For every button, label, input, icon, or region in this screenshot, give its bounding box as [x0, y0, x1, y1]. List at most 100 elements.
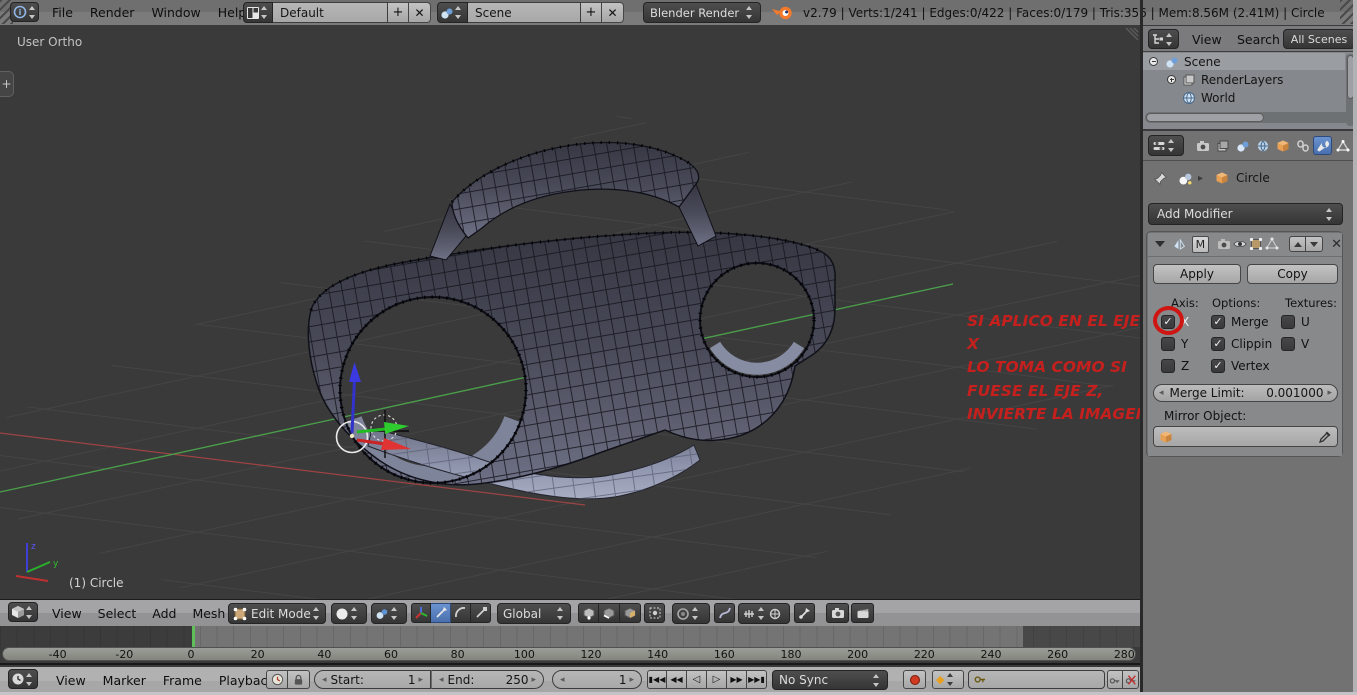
- manipulator-toggle-button[interactable]: [411, 603, 431, 623]
- delete-scene-button[interactable]: ✕: [602, 2, 624, 23]
- render-visibility-icon[interactable]: [1217, 237, 1231, 251]
- outliner-hscrollbar[interactable]: [1145, 112, 1350, 123]
- jump-to-start-button[interactable]: ▮◀◀: [647, 670, 667, 689]
- add-modifier-dropdown[interactable]: Add Modifier: [1148, 203, 1343, 225]
- decrement-arrow[interactable]: ◂: [439, 675, 444, 685]
- increment-arrow[interactable]: ▸: [418, 675, 423, 685]
- tab-object[interactable]: [1273, 136, 1292, 155]
- next-keyframe-button[interactable]: ▶▶: [727, 670, 747, 689]
- delete-keyframe-button[interactable]: [1123, 670, 1139, 689]
- manipulate-origins-button[interactable]: [794, 603, 815, 623]
- scene-name-field[interactable]: Scene: [468, 2, 581, 23]
- limit-visible-button[interactable]: [644, 603, 665, 623]
- outliner-filter-dropdown[interactable]: All Scenes: [1283, 29, 1355, 49]
- tab-object-data[interactable]: [1333, 136, 1352, 155]
- eyedropper-icon[interactable]: [1318, 430, 1332, 444]
- tl-menu-view[interactable]: View: [56, 673, 86, 688]
- copy-button[interactable]: Copy: [1247, 264, 1338, 284]
- cage-edit-icon[interactable]: [1265, 237, 1279, 251]
- texture-v-checkbox[interactable]: ✓V: [1281, 337, 1309, 351]
- editor-type-button-outliner[interactable]: [1148, 29, 1179, 49]
- menu-window[interactable]: Window: [151, 5, 200, 20]
- screen-layout-icon-button[interactable]: [243, 2, 273, 23]
- face-select-button[interactable]: [620, 603, 641, 623]
- add-layout-button[interactable]: +: [388, 2, 409, 23]
- viewport-3d[interactable]: z y User Ortho + SI APLICO EN EL EJE X L…: [0, 26, 1140, 599]
- viewport-visibility-icon[interactable]: [1233, 237, 1247, 251]
- play-reverse-button[interactable]: ◁: [687, 670, 707, 689]
- texture-u-checkbox[interactable]: ✓U: [1281, 315, 1310, 329]
- tab-constraints[interactable]: [1293, 136, 1312, 155]
- keying-set-dropdown[interactable]: ◆: [932, 670, 964, 689]
- current-frame-cursor[interactable]: [192, 626, 195, 647]
- vertex-groups-checkbox[interactable]: ✓Vertex: [1211, 359, 1270, 373]
- collapse-icon[interactable]: [1149, 57, 1158, 66]
- apply-button[interactable]: Apply: [1153, 264, 1241, 284]
- render-anim-opengl-button[interactable]: [851, 603, 874, 623]
- mirror-object-field[interactable]: [1153, 426, 1338, 447]
- axis-z-checkbox[interactable]: ✓Z: [1161, 359, 1189, 373]
- scene-icon-button[interactable]: [437, 2, 468, 23]
- timeline-track[interactable]: [0, 626, 1140, 647]
- editor-type-button-timeline[interactable]: [8, 669, 38, 689]
- vp-menu-add[interactable]: Add: [152, 606, 176, 621]
- editor-type-button-properties[interactable]: [1148, 135, 1184, 156]
- active-keying-set-field[interactable]: [968, 670, 1105, 689]
- move-modifier-up-button[interactable]: [1289, 236, 1306, 252]
- tab-render-layers[interactable]: [1213, 136, 1232, 155]
- tab-render[interactable]: [1193, 136, 1212, 155]
- lock-button[interactable]: [288, 670, 310, 689]
- rotate-manipulator-button[interactable]: [451, 603, 471, 623]
- snap-curve-button[interactable]: [714, 603, 735, 623]
- jump-to-end-button[interactable]: ▶▶▮: [747, 670, 767, 689]
- delete-layout-button[interactable]: ✕: [409, 2, 431, 23]
- time-indicator-button[interactable]: [266, 670, 288, 689]
- frame-start-field[interactable]: ◂ Start: 1 ▸: [314, 670, 431, 689]
- header-corner-hatch-right[interactable]: [1340, 0, 1353, 24]
- clipping-checkbox[interactable]: ✓Clippin: [1211, 337, 1272, 351]
- menu-render[interactable]: Render: [90, 5, 135, 20]
- play-button[interactable]: ▷: [707, 670, 727, 689]
- editor-type-button-3dview[interactable]: [8, 602, 38, 622]
- screen-layout-name-field[interactable]: Default: [273, 2, 388, 23]
- edit-mode-visibility-icon[interactable]: [1249, 237, 1263, 251]
- modifier-name-field[interactable]: M: [1192, 236, 1209, 253]
- tl-menu-marker[interactable]: Marker: [103, 673, 146, 688]
- vp-menu-view[interactable]: View: [52, 606, 82, 621]
- vertex-select-button[interactable]: [578, 603, 599, 623]
- add-scene-button[interactable]: +: [581, 2, 602, 23]
- object-breadcrumb-icon[interactable]: [1178, 171, 1193, 186]
- current-frame-field[interactable]: ◂ 1 ▸: [552, 670, 642, 689]
- menu-help[interactable]: Help: [218, 5, 247, 20]
- insert-keyframe-button[interactable]: [1107, 670, 1123, 689]
- timeline-ruler[interactable]: -40-200204060801001201401601802002202402…: [2, 647, 1136, 661]
- tab-world[interactable]: [1253, 136, 1272, 155]
- mode-dropdown[interactable]: Edit Mode: [228, 603, 326, 624]
- outliner-item-world[interactable]: World: [1143, 89, 1345, 106]
- edge-select-button[interactable]: [599, 603, 620, 623]
- editor-type-button-info[interactable]: i: [10, 2, 39, 22]
- outliner-item-renderlayers[interactable]: RenderLayers: [1143, 71, 1345, 88]
- menu-file[interactable]: File: [52, 5, 73, 20]
- auto-keyframe-button[interactable]: [903, 670, 926, 689]
- decrement-arrow[interactable]: ◂: [1159, 388, 1164, 398]
- translate-manipulator-button[interactable]: [431, 603, 451, 623]
- merge-checkbox[interactable]: ✓Merge: [1211, 315, 1268, 329]
- vp-menu-select[interactable]: Select: [98, 606, 137, 621]
- decrement-arrow[interactable]: ◂: [322, 675, 327, 685]
- outliner-menu-search[interactable]: Search: [1237, 32, 1280, 47]
- shading-dropdown[interactable]: [331, 603, 367, 624]
- toolbar-expand-tab[interactable]: +: [0, 71, 14, 97]
- pin-icon[interactable]: [1153, 171, 1168, 186]
- expand-icon[interactable]: [1167, 75, 1176, 84]
- tl-menu-frame[interactable]: Frame: [163, 673, 202, 688]
- render-opengl-button[interactable]: [826, 603, 849, 623]
- sync-dropdown[interactable]: No Sync: [772, 670, 888, 690]
- increment-arrow[interactable]: ▸: [629, 675, 634, 685]
- pivot-dropdown[interactable]: [371, 603, 407, 624]
- proportional-edit-dropdown[interactable]: [672, 603, 710, 624]
- outliner-item-scene[interactable]: Scene: [1143, 53, 1345, 70]
- hscrollbar-thumb[interactable]: [1146, 113, 1264, 122]
- axis-y-checkbox[interactable]: ✓Y: [1161, 337, 1188, 351]
- delete-modifier-button[interactable]: ✕: [1331, 237, 1342, 252]
